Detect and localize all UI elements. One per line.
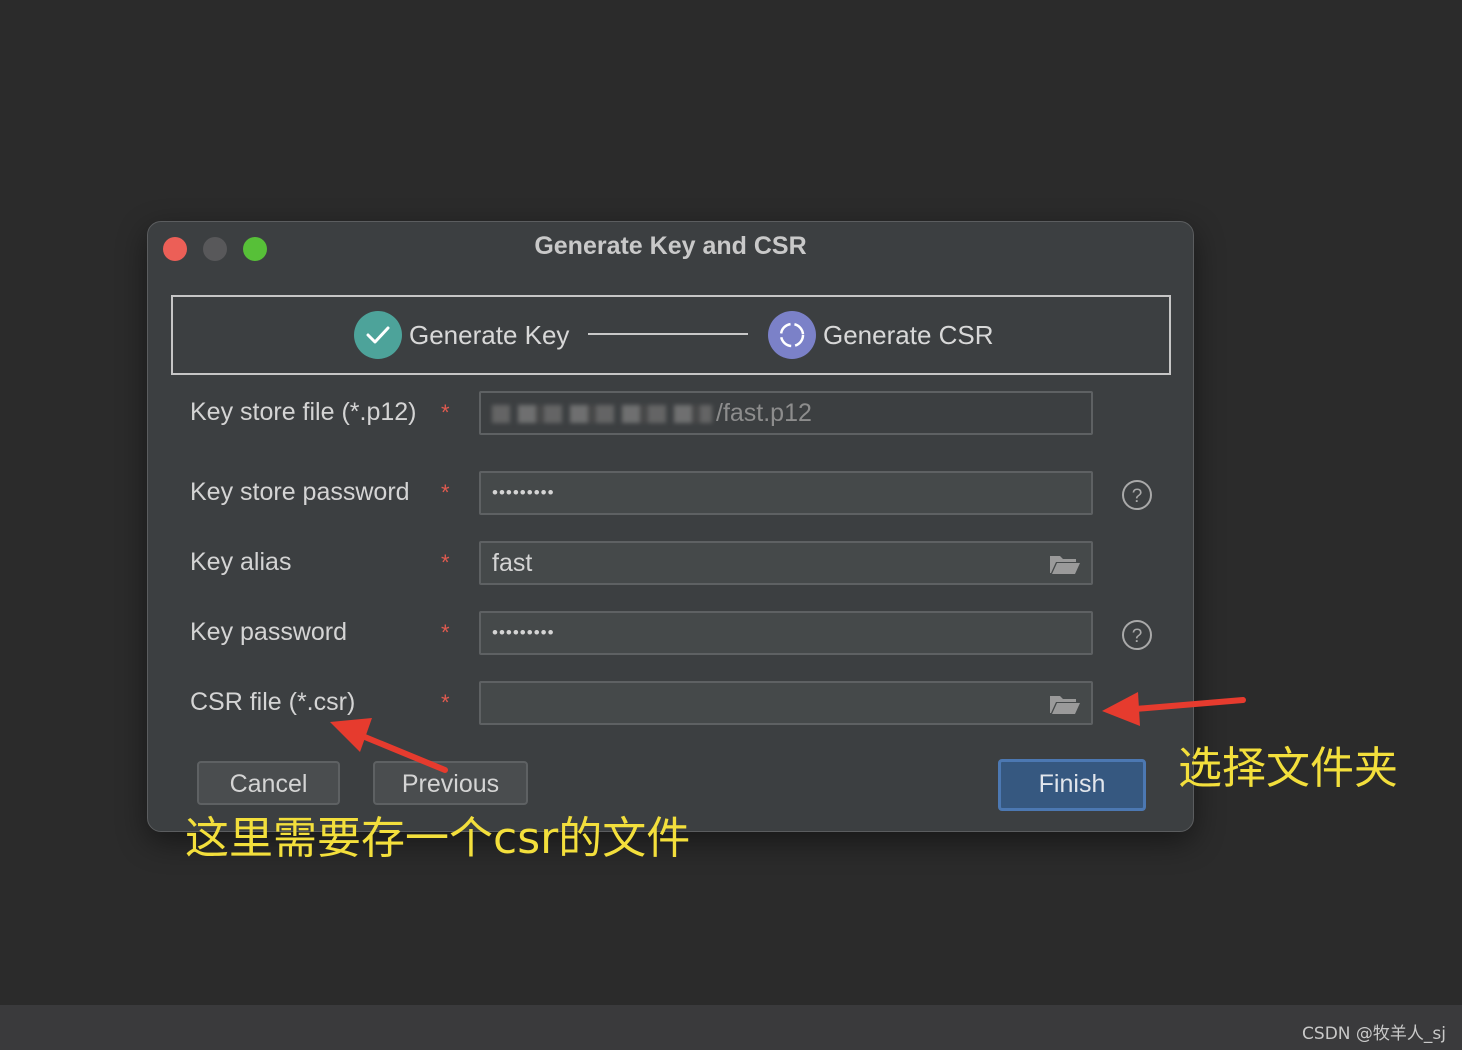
annotation-arrows (330, 692, 1246, 773)
arrow-to-folder-icon (1102, 692, 1246, 726)
watermark: CSDN @牧羊人_sj (1302, 1024, 1446, 1044)
arrow-to-csr-label (330, 718, 448, 773)
annotation-csr-note: 这里需要存一个csr的文件 (185, 813, 691, 864)
bottom-bar (0, 1005, 1462, 1050)
annotation-folder-note: 选择文件夹 (1178, 743, 1398, 794)
